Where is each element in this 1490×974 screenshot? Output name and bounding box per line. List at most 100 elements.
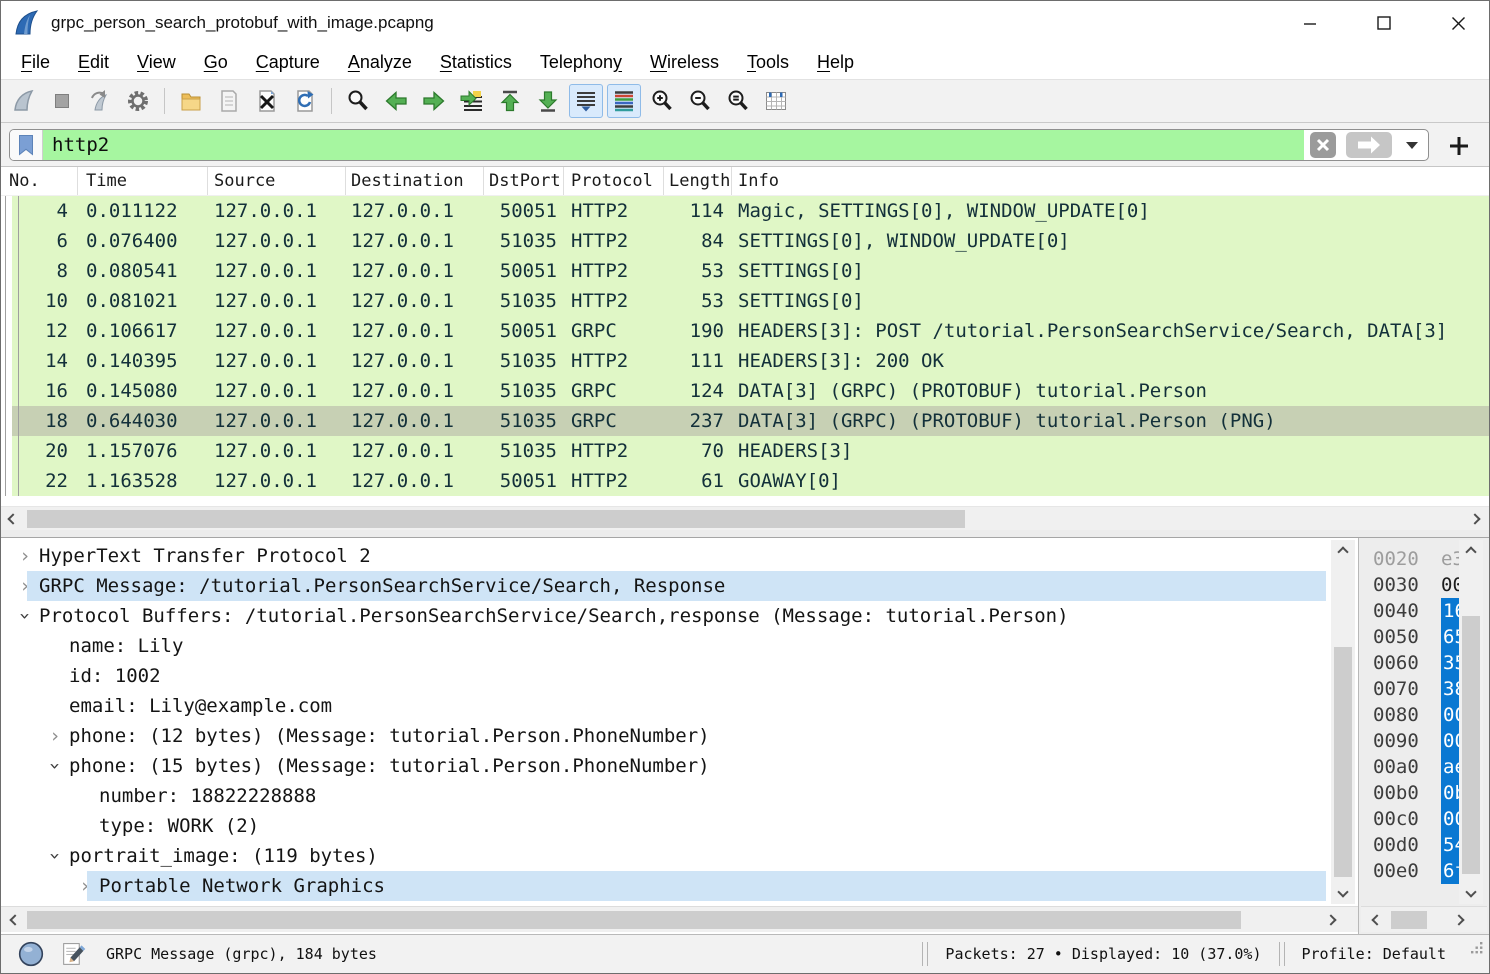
- go-back-button[interactable]: [379, 84, 413, 118]
- detail-row[interactable]: id: 1002: [1, 661, 1358, 691]
- scroll-left-arrow[interactable]: [3, 509, 23, 529]
- packet-list-horizontal-scrollbar[interactable]: [1, 506, 1489, 530]
- scroll-up-arrow[interactable]: [1333, 542, 1353, 562]
- packet-row[interactable]: 160.145080127.0.0.1127.0.0.151035GRPC124…: [1, 376, 1489, 406]
- menu-item-telephony[interactable]: Telephony: [526, 49, 636, 76]
- go-to-packet-button[interactable]: [455, 84, 489, 118]
- go-last-packet-button[interactable]: [531, 84, 565, 118]
- detail-row[interactable]: ›HyperText Transfer Protocol 2: [1, 541, 1358, 571]
- find-packet-button[interactable]: [341, 84, 375, 118]
- scroll-left-arrow[interactable]: [1367, 910, 1387, 930]
- reload-file-button[interactable]: [288, 84, 322, 118]
- stop-capture-button[interactable]: [45, 84, 79, 118]
- go-forward-button[interactable]: [417, 84, 451, 118]
- filter-clear-button[interactable]: [1304, 130, 1342, 160]
- packet-row[interactable]: 140.140395127.0.0.1127.0.0.151035HTTP211…: [1, 346, 1489, 376]
- detail-row[interactable]: ›portrait_image: (119 bytes): [1, 841, 1358, 871]
- scroll-down-arrow[interactable]: [1333, 882, 1353, 902]
- display-filter-value[interactable]: http2: [43, 130, 1304, 160]
- scroll-right-arrow[interactable]: [1449, 910, 1469, 930]
- hex-byte: 54: [1441, 832, 1461, 858]
- detail-row[interactable]: email: Lily@example.com: [1, 691, 1358, 721]
- scrollbar-thumb[interactable]: [1391, 911, 1427, 929]
- add-filter-button[interactable]: [1447, 134, 1471, 158]
- gear-icon: [125, 88, 151, 114]
- column-header-source[interactable]: Source: [208, 167, 346, 195]
- packet-row[interactable]: 180.644030127.0.0.1127.0.0.151035GRPC237…: [1, 406, 1489, 436]
- save-file-button[interactable]: [212, 84, 246, 118]
- filter-dropdown-button[interactable]: [1396, 130, 1428, 160]
- zoom-reset-button[interactable]: [721, 84, 755, 118]
- menu-item-capture[interactable]: Capture: [242, 49, 334, 76]
- detail-row[interactable]: name: Lily: [1, 631, 1358, 661]
- column-header-dstport[interactable]: DstPort: [484, 167, 564, 195]
- detail-row[interactable]: ›phone: (15 bytes) (Message: tutorial.Pe…: [1, 751, 1358, 781]
- packet-row[interactable]: 120.106617127.0.0.1127.0.0.150051GRPC190…: [1, 316, 1489, 346]
- auto-scroll-toggle-button[interactable]: [569, 84, 603, 118]
- packet-row[interactable]: 60.076400127.0.0.1127.0.0.151035HTTP284S…: [1, 226, 1489, 256]
- expert-info-button[interactable]: [17, 940, 45, 968]
- close-file-button[interactable]: [250, 84, 284, 118]
- profile-selector[interactable]: Profile: Default: [1285, 935, 1464, 973]
- window-maximize-button[interactable]: [1364, 1, 1404, 45]
- scroll-down-arrow[interactable]: [1461, 882, 1481, 902]
- column-header-time[interactable]: Time: [78, 167, 208, 195]
- detail-row[interactable]: ›phone: (12 bytes) (Message: tutorial.Pe…: [1, 721, 1358, 751]
- window-close-button[interactable]: [1438, 1, 1478, 45]
- colorize-toggle-button[interactable]: [607, 84, 641, 118]
- scroll-right-arrow[interactable]: [1465, 509, 1485, 529]
- menu-item-go[interactable]: Go: [190, 49, 242, 76]
- menu-item-edit[interactable]: Edit: [64, 49, 123, 76]
- pane-splitter[interactable]: [1, 530, 1489, 538]
- packet-row[interactable]: 40.011122127.0.0.1127.0.0.150051HTTP2114…: [1, 196, 1489, 226]
- detail-row[interactable]: type: WORK (2): [1, 811, 1358, 841]
- open-file-button[interactable]: [174, 84, 208, 118]
- column-header-info[interactable]: Info: [732, 167, 1489, 195]
- plus-icon: [1448, 135, 1470, 157]
- resize-grip[interactable]: [1471, 931, 1484, 969]
- go-first-packet-button[interactable]: [493, 84, 527, 118]
- scrollbar-thumb[interactable]: [27, 911, 1241, 929]
- start-capture-button[interactable]: [7, 84, 41, 118]
- details-horizontal-scrollbar[interactable]: [1, 906, 1358, 932]
- hex-offset: 0060: [1373, 650, 1419, 676]
- menu-item-file[interactable]: File: [7, 49, 64, 76]
- detail-row[interactable]: ›Protocol Buffers: /tutorial.PersonSearc…: [1, 601, 1358, 631]
- restart-capture-button[interactable]: [83, 84, 117, 118]
- column-header-protocol[interactable]: Protocol: [564, 167, 664, 195]
- menu-item-tools[interactable]: Tools: [733, 49, 803, 76]
- zoom-in-button[interactable]: [645, 84, 679, 118]
- scrollbar-thumb[interactable]: [1334, 647, 1352, 877]
- column-header-destination[interactable]: Destination: [346, 167, 484, 195]
- detail-row[interactable]: number: 18822228888: [1, 781, 1358, 811]
- window-minimize-button[interactable]: [1290, 1, 1330, 45]
- resize-columns-button[interactable]: [759, 84, 793, 118]
- scrollbar-thumb[interactable]: [27, 510, 965, 528]
- column-header-length[interactable]: Length: [664, 167, 732, 195]
- filter-apply-button[interactable]: [1342, 130, 1396, 160]
- column-header-no[interactable]: No.: [1, 167, 78, 195]
- menu-item-help[interactable]: Help: [803, 49, 868, 76]
- scroll-left-arrow[interactable]: [5, 910, 25, 930]
- detail-row[interactable]: ›GRPC Message: /tutorial.PersonSearchSer…: [1, 571, 1358, 601]
- hex-horizontal-scrollbar[interactable]: [1361, 906, 1487, 932]
- packet-row[interactable]: 80.080541127.0.0.1127.0.0.150051HTTP253S…: [1, 256, 1489, 286]
- menu-item-analyze[interactable]: Analyze: [334, 49, 426, 76]
- menu-item-wireless[interactable]: Wireless: [636, 49, 733, 76]
- menu-item-view[interactable]: View: [123, 49, 190, 76]
- scrollbar-thumb[interactable]: [1462, 616, 1480, 874]
- hex-vertical-scrollbar[interactable]: [1459, 540, 1483, 904]
- detail-row[interactable]: ›Portable Network Graphics: [1, 871, 1358, 901]
- display-filter-input[interactable]: http2: [9, 129, 1429, 161]
- menu-item-statistics[interactable]: Statistics: [426, 49, 526, 76]
- details-vertical-scrollbar[interactable]: [1331, 540, 1355, 904]
- scroll-up-arrow[interactable]: [1461, 542, 1481, 562]
- zoom-out-button[interactable]: [683, 84, 717, 118]
- scroll-right-arrow[interactable]: [1321, 910, 1341, 930]
- filter-bookmark-button[interactable]: [10, 130, 43, 160]
- packet-row[interactable]: 221.163528127.0.0.1127.0.0.150051HTTP261…: [1, 466, 1489, 496]
- capture-comment-button[interactable]: [59, 941, 86, 968]
- capture-options-button[interactable]: [121, 84, 155, 118]
- packet-row[interactable]: 201.157076127.0.0.1127.0.0.151035HTTP270…: [1, 436, 1489, 466]
- packet-row[interactable]: 100.081021127.0.0.1127.0.0.151035HTTP253…: [1, 286, 1489, 316]
